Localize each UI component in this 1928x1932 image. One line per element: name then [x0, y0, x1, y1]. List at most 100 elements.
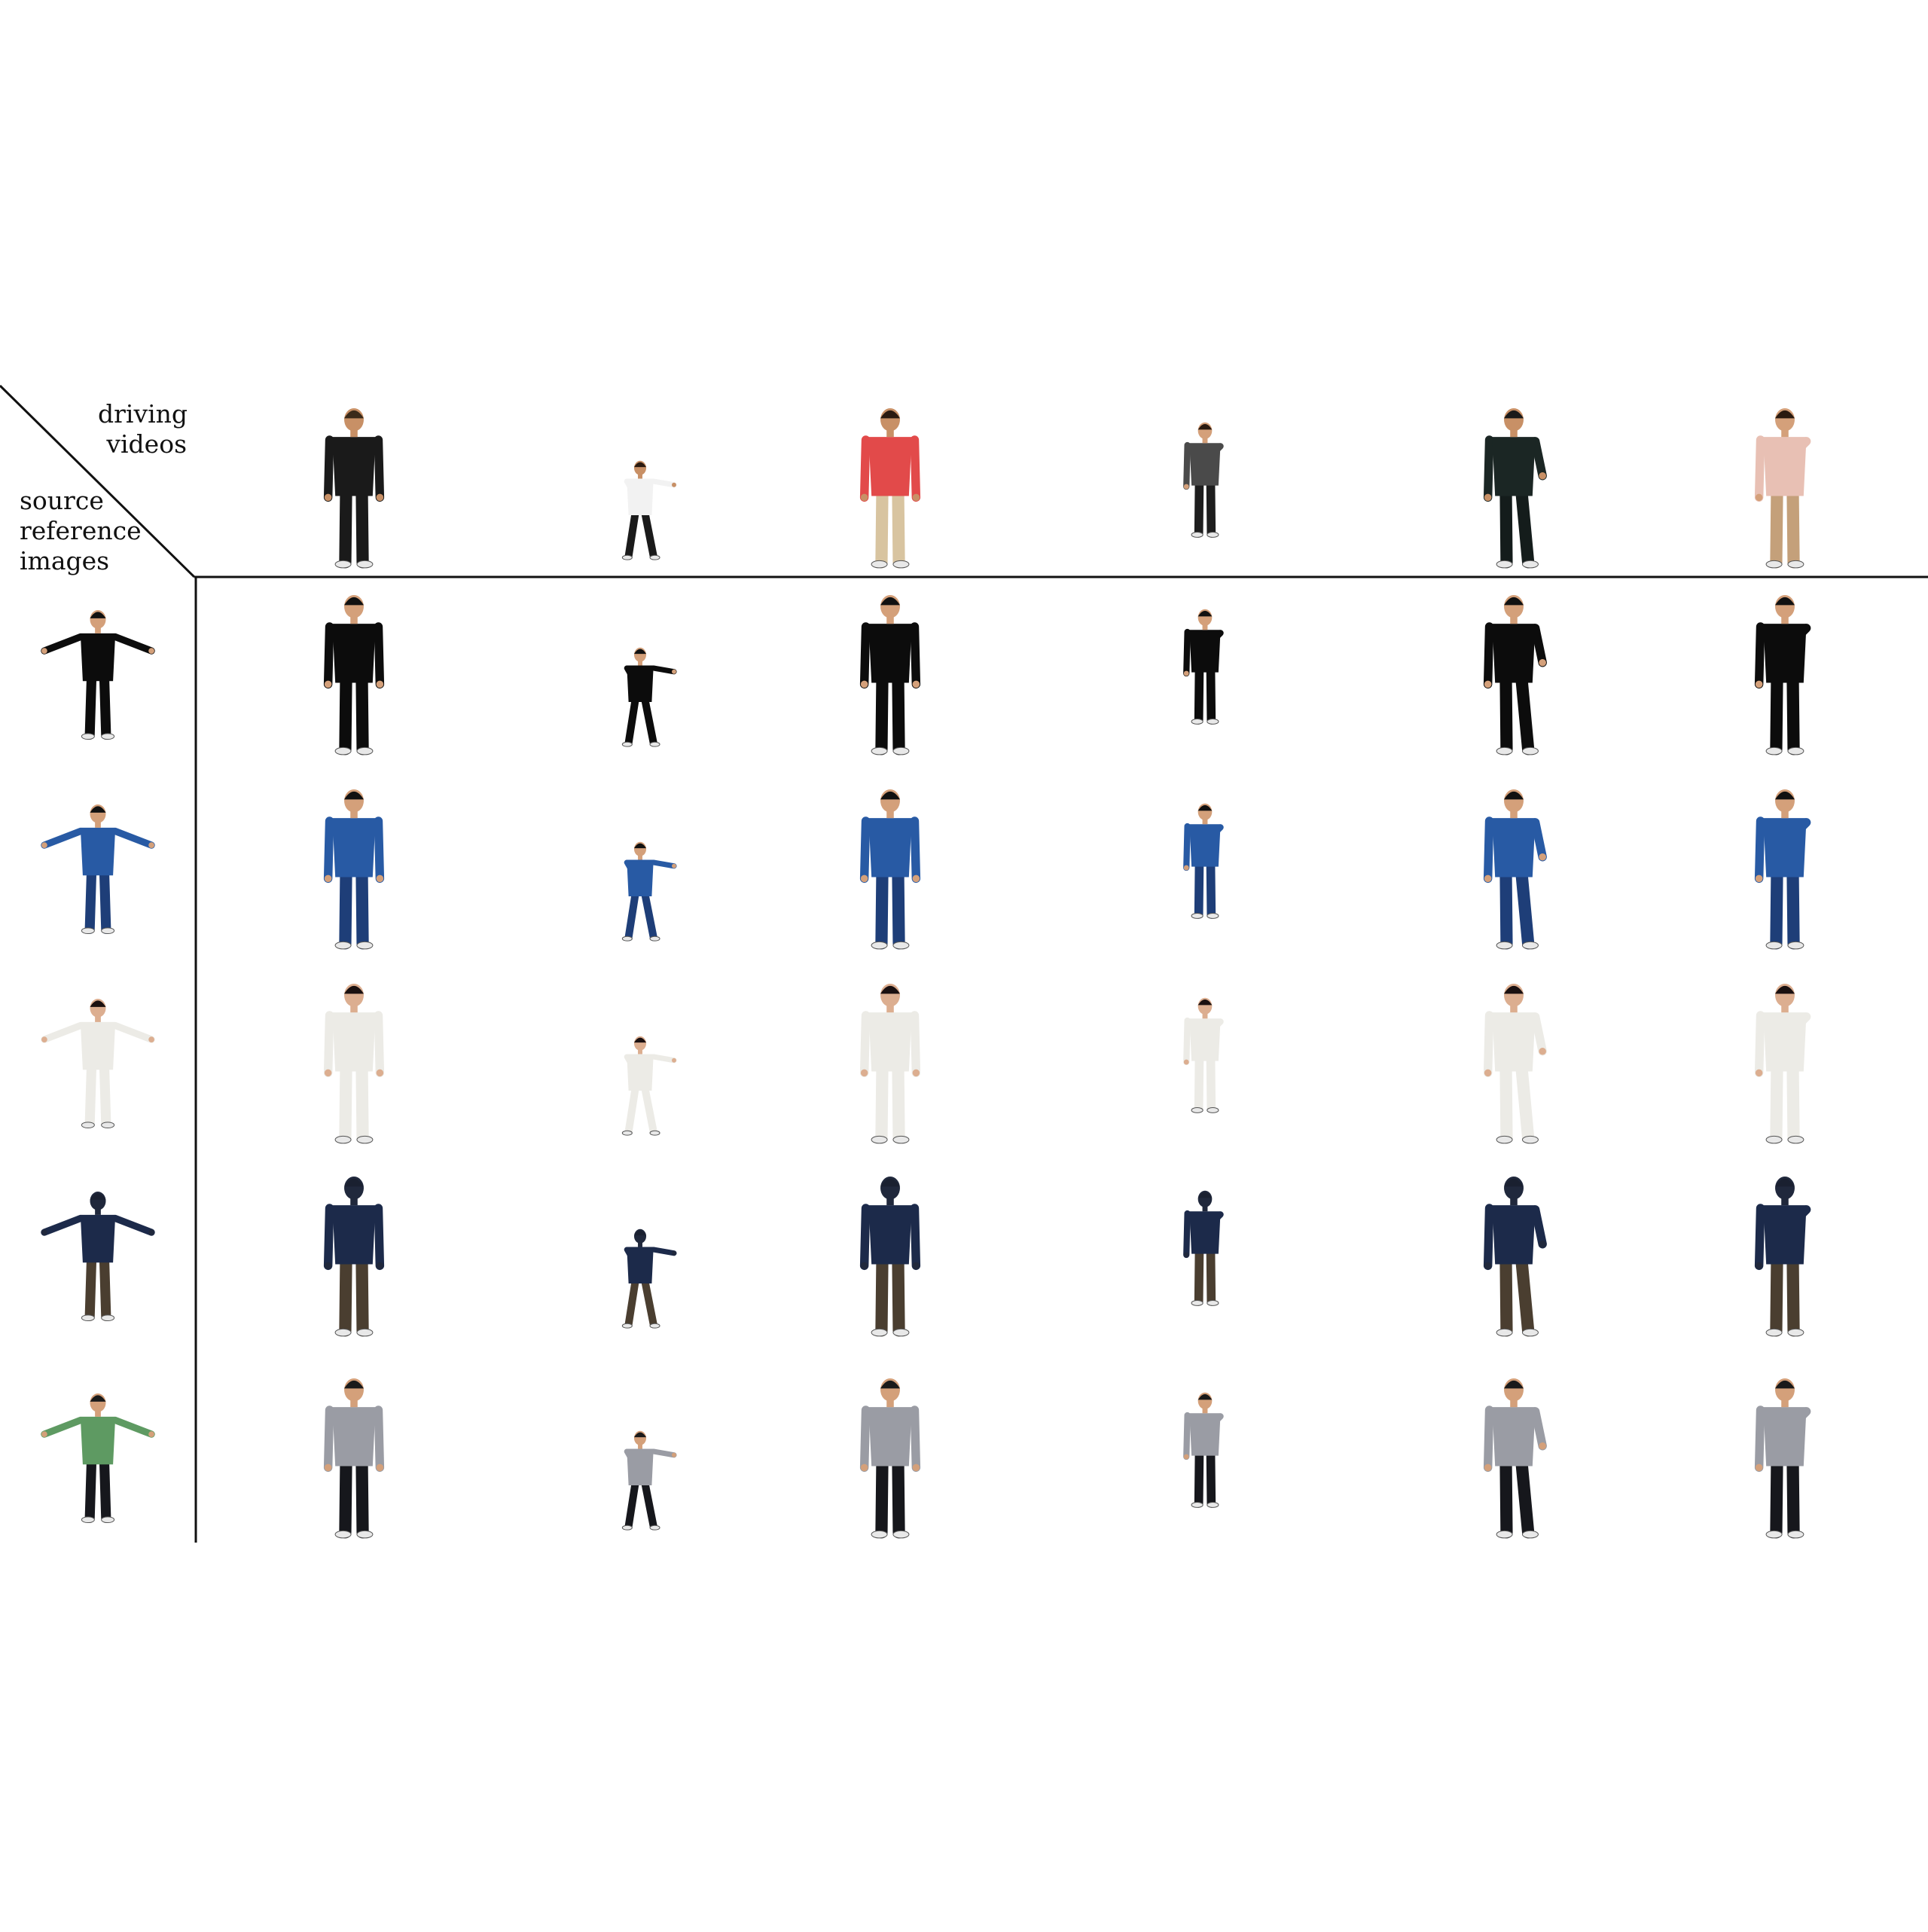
right-arm: [111, 1021, 155, 1043]
right-arm: [651, 1054, 677, 1064]
right-leg: [99, 1255, 111, 1321]
left-hand: [324, 1262, 332, 1270]
right-arm: [651, 1247, 677, 1256]
left-arm: [1754, 816, 1765, 884]
torso: [627, 665, 654, 703]
torso: [627, 1448, 654, 1486]
right-shoe: [1521, 1135, 1539, 1144]
right-leg: [1786, 1457, 1800, 1539]
left-leg: [624, 890, 639, 942]
left-leg: [1194, 1247, 1204, 1306]
left-leg: [84, 673, 97, 740]
left-arm: [1754, 622, 1765, 689]
left-hand: [1484, 1463, 1492, 1472]
right-arm: [111, 1214, 155, 1236]
torso: [868, 818, 912, 877]
result-figure-r3-c1: [323, 984, 385, 1144]
right-leg: [355, 1457, 369, 1539]
right-leg: [355, 1062, 369, 1144]
right-leg: [99, 868, 111, 934]
right-shoe: [1207, 1300, 1219, 1306]
torso: [80, 827, 116, 876]
right-leg: [1206, 860, 1216, 919]
left-shoe: [871, 560, 888, 569]
right-leg: [641, 696, 657, 747]
right-hand: [376, 1069, 384, 1077]
torso: [868, 1205, 912, 1265]
left-shoe: [1191, 532, 1203, 538]
right-leg: [99, 673, 111, 740]
source-reference-figure-5: [41, 1393, 155, 1524]
left-hand: [324, 874, 332, 883]
torso: [627, 1247, 654, 1284]
right-arm: [374, 622, 385, 689]
left-arm: [1183, 1017, 1191, 1066]
left-hand: [1183, 484, 1189, 490]
right-shoe: [649, 741, 660, 747]
right-shoe: [1521, 1530, 1539, 1539]
result-figure-r2-c1: [323, 789, 385, 950]
right-shoe: [356, 1135, 374, 1144]
torso: [868, 624, 912, 683]
right-leg: [892, 487, 905, 569]
left-arm: [1754, 1406, 1765, 1473]
right-leg: [1515, 1457, 1535, 1539]
left-shoe: [1765, 1530, 1783, 1539]
right-shoe: [649, 935, 660, 942]
left-leg: [1770, 673, 1783, 755]
result-figure-r4-c3: [859, 1177, 921, 1337]
left-shoe: [1765, 1135, 1783, 1144]
right-leg: [892, 868, 905, 950]
result-figure-r1-c4: [1183, 609, 1224, 725]
left-hand: [1755, 874, 1763, 883]
right-hand: [148, 1229, 154, 1235]
right-hand: [376, 493, 384, 502]
left-shoe: [1496, 1530, 1513, 1539]
right-leg: [99, 1062, 111, 1128]
result-figure-r3-c3: [859, 984, 921, 1144]
source-reference-figure-2: [41, 804, 155, 935]
torso: [1189, 630, 1221, 673]
right-arm: [1530, 1407, 1547, 1451]
right-arm: [374, 1406, 385, 1473]
result-figure-r1-c5: [1483, 595, 1547, 755]
left-leg: [84, 868, 97, 934]
right-hand: [672, 863, 676, 868]
left-shoe: [1496, 746, 1513, 755]
left-shoe: [334, 1328, 352, 1337]
left-hand: [860, 1069, 868, 1077]
right-shoe: [101, 1516, 115, 1524]
left-shoe: [81, 927, 95, 935]
left-shoe: [1191, 1502, 1203, 1508]
result-figure-r5-c4: [1183, 1392, 1224, 1508]
left-arm: [1183, 441, 1191, 490]
left-shoe: [334, 560, 352, 569]
source-reference-images-label: source reference images: [20, 486, 142, 576]
left-hand: [1484, 874, 1492, 883]
left-hand: [1755, 1069, 1763, 1077]
torso: [627, 478, 654, 516]
right-hand: [912, 493, 920, 502]
right-arm: [374, 816, 385, 884]
left-leg: [1499, 673, 1513, 755]
left-arm: [1183, 628, 1191, 677]
torso: [80, 1416, 116, 1465]
right-shoe: [1207, 719, 1219, 725]
left-hand: [1183, 865, 1189, 871]
left-leg: [339, 1062, 352, 1144]
driving-figure-5: [1483, 408, 1547, 569]
left-shoe: [334, 941, 352, 950]
left-arm: [323, 816, 334, 884]
torso: [80, 1021, 116, 1070]
torso: [332, 818, 376, 877]
torso: [1189, 1211, 1221, 1254]
right-shoe: [1787, 560, 1804, 569]
right-shoe: [1521, 941, 1539, 950]
right-leg: [1786, 673, 1800, 755]
right-hand: [672, 1058, 676, 1063]
left-shoe: [334, 1530, 352, 1539]
left-arm: [1754, 1204, 1765, 1271]
left-shoe: [871, 1135, 888, 1144]
left-hand: [1183, 670, 1189, 676]
left-hand: [41, 842, 47, 848]
